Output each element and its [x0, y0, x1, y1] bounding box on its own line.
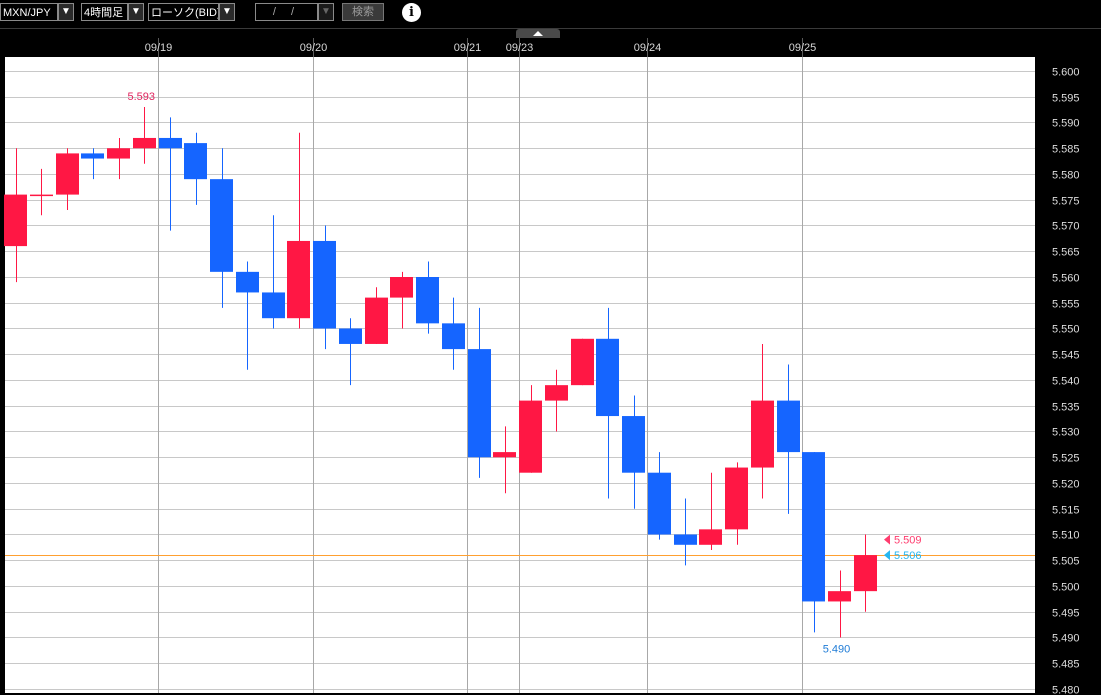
- candle-body: [4, 194, 27, 247]
- bid-price-label: 5.509: [894, 535, 922, 547]
- candle-body: [442, 323, 465, 350]
- collapse-toolbar-tab[interactable]: [516, 29, 560, 38]
- candle-body: [107, 148, 130, 159]
- candle-body: [622, 416, 645, 473]
- candle-body: [416, 277, 439, 324]
- y-tick-label: 5.585: [1052, 144, 1080, 156]
- y-tick-label: 5.525: [1052, 453, 1080, 465]
- ask-price-label: 5.506: [894, 550, 922, 562]
- candle-body: [828, 591, 851, 602]
- candle-body: [159, 137, 182, 149]
- candle-body: [339, 328, 362, 344]
- bullish-candle: [571, 338, 594, 386]
- candle-body: [648, 472, 671, 535]
- y-tick-label: 5.490: [1052, 633, 1080, 645]
- y-tick-label: 5.580: [1052, 170, 1080, 182]
- y-tick-label: 5.570: [1052, 221, 1080, 233]
- date-label-layer: 09/19 09/20 09/21 09/23 09/24 09/25: [145, 42, 817, 54]
- y-tick-label: 5.550: [1052, 324, 1080, 336]
- y-tick-label: 5.545: [1052, 350, 1080, 362]
- candle-body: [854, 555, 877, 592]
- y-tick-layer: 5.600 5.595 5.590 5.585 5.580 5.575 5.570 5.565…: [1052, 67, 1080, 695]
- high-price-label: 5.593: [127, 91, 155, 103]
- y-tick-label: 5.565: [1052, 247, 1080, 259]
- candle-body: [56, 153, 79, 195]
- candle-body: [313, 240, 336, 329]
- candle-body: [468, 349, 491, 458]
- date-label: 09/20: [300, 42, 328, 54]
- candle-body: [390, 277, 413, 298]
- y-tick-label: 5.500: [1052, 582, 1080, 594]
- y-tick-label: 5.480: [1052, 685, 1080, 695]
- candle-body: [751, 400, 774, 468]
- y-tick-label: 5.495: [1052, 608, 1080, 620]
- date-label: 09/19: [145, 42, 173, 54]
- candle-body: [725, 467, 748, 530]
- candle-body: [802, 452, 825, 602]
- candle-body: [236, 271, 259, 293]
- date-label: 09/21: [454, 42, 482, 54]
- candle-body: [519, 400, 542, 473]
- y-tick-label: 5.555: [1052, 299, 1080, 311]
- y-tick-label: 5.595: [1052, 93, 1080, 105]
- y-tick-label: 5.590: [1052, 118, 1080, 130]
- candle-body: [699, 529, 722, 545]
- date-label: 09/24: [634, 42, 662, 54]
- y-tick-label: 5.485: [1052, 659, 1080, 671]
- candle-body: [81, 153, 104, 159]
- candle-body: [674, 534, 697, 545]
- y-tick-label: 5.600: [1052, 67, 1080, 79]
- candle-body: [133, 137, 156, 149]
- candle-body: [262, 292, 285, 319]
- candle-body: [365, 297, 388, 344]
- candlestick-chart: 09/19 09/20 09/21 09/23 09/24 09/25 5.600 5.59…: [0, 28, 1101, 695]
- candle-body: [777, 400, 800, 453]
- candle-body: [30, 194, 53, 197]
- candle-body: [184, 143, 207, 180]
- y-tick-label: 5.540: [1052, 376, 1080, 388]
- candle-body: [210, 179, 233, 272]
- candle-body: [493, 452, 516, 458]
- low-price-label: 5.490: [823, 644, 851, 656]
- candle-body: [287, 240, 310, 319]
- date-label: 09/23: [506, 42, 534, 54]
- y-tick-label: 5.575: [1052, 196, 1080, 208]
- candle-body: [545, 385, 568, 401]
- y-tick-label: 5.505: [1052, 556, 1080, 568]
- y-tick-label: 5.515: [1052, 505, 1080, 517]
- y-tick-label: 5.535: [1052, 402, 1080, 414]
- y-tick-label: 5.520: [1052, 479, 1080, 491]
- candle-body: [596, 338, 619, 417]
- y-tick-label: 5.510: [1052, 530, 1080, 542]
- y-tick-label: 5.530: [1052, 427, 1080, 439]
- y-tick-label: 5.560: [1052, 273, 1080, 285]
- date-label: 09/25: [789, 42, 817, 54]
- candle-body: [571, 338, 594, 386]
